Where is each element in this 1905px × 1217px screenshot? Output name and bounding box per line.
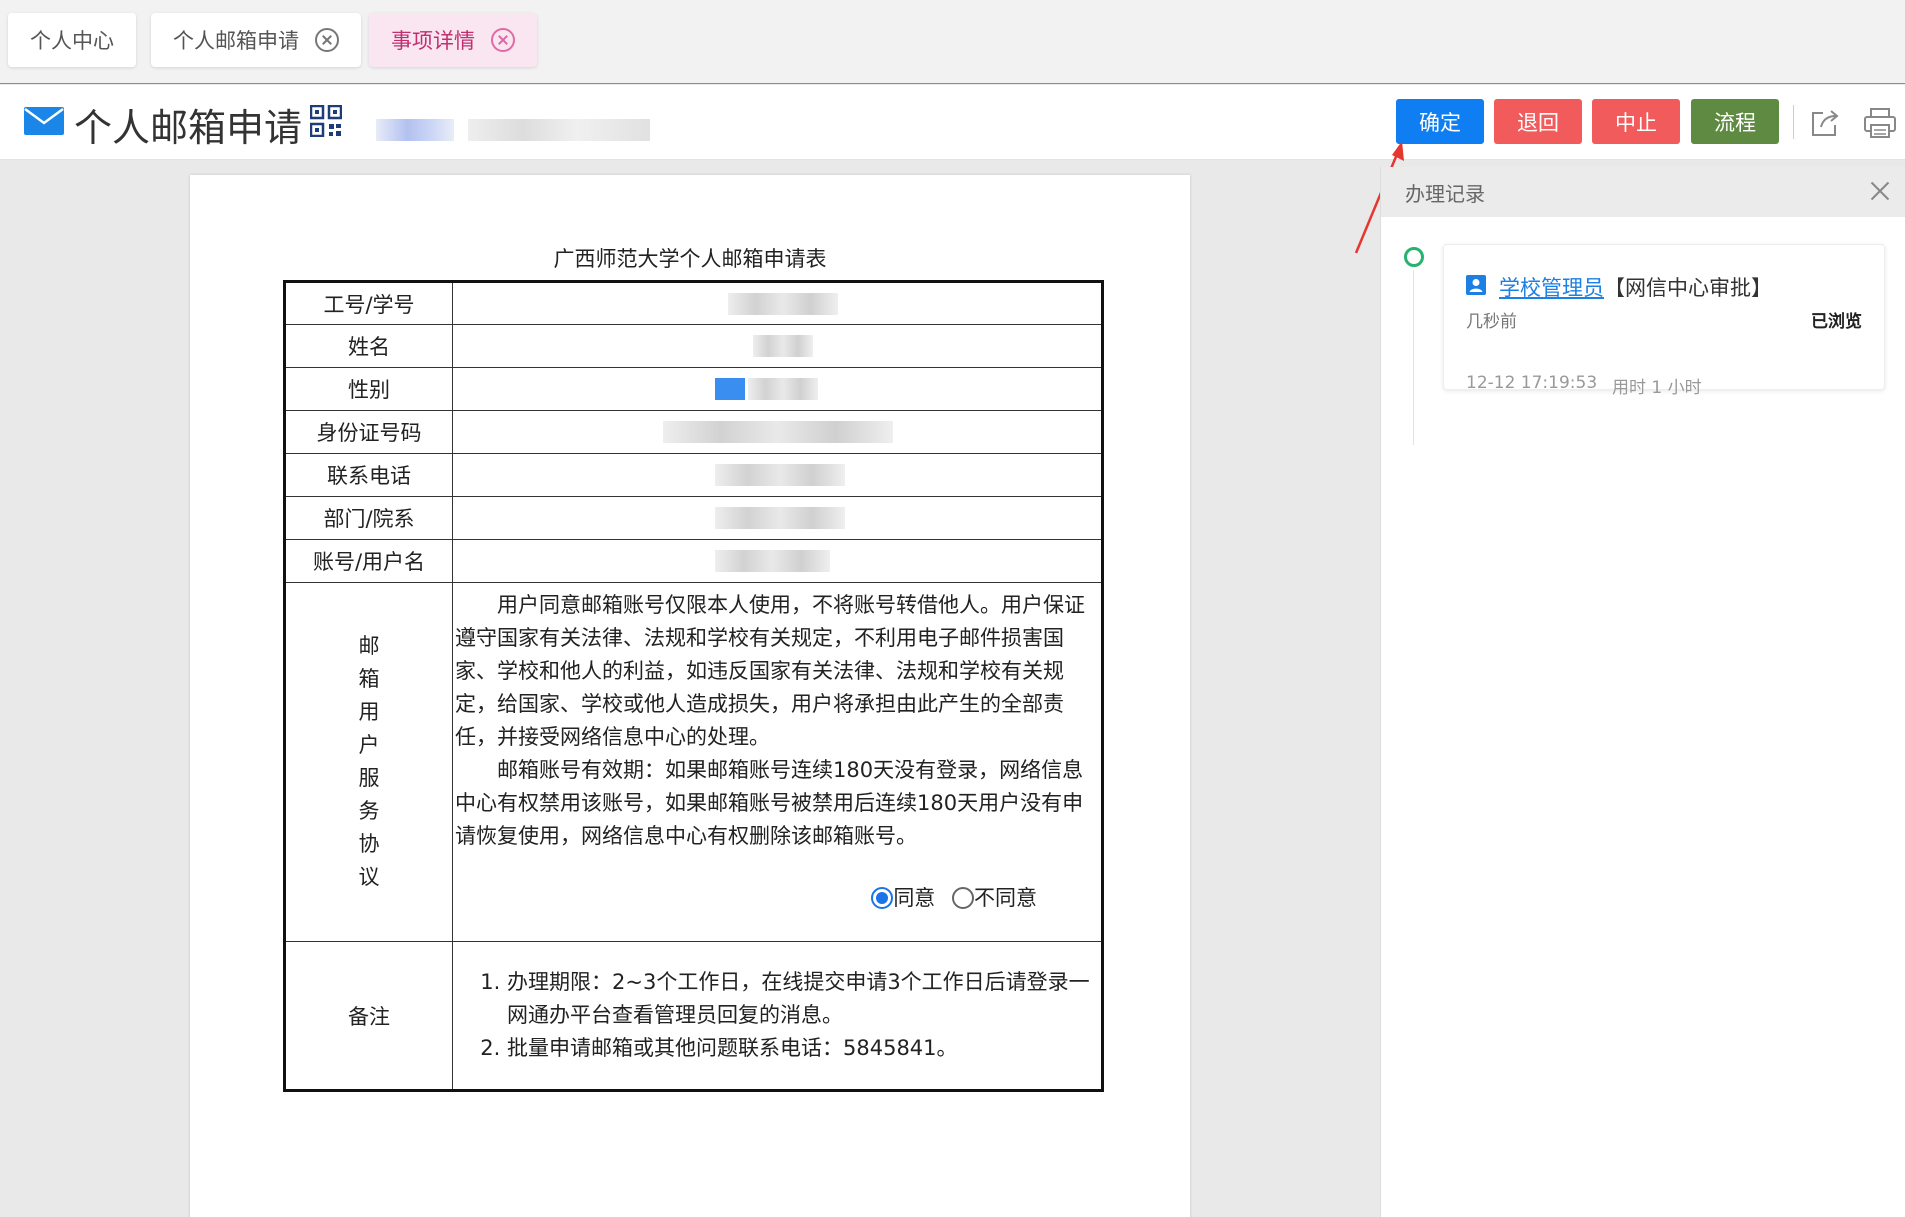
page-title: 个人邮箱申请 bbox=[74, 106, 303, 150]
close-circle-icon[interactable] bbox=[491, 28, 515, 52]
tab-personal-email-apply[interactable]: 个人邮箱申请 bbox=[151, 13, 361, 67]
panel-header: 办理记录 bbox=[1381, 167, 1905, 217]
redacted-value bbox=[452, 281, 1103, 325]
application-form-table: 工号/学号 姓名 性别 身份证号码 联系电话 部门/院系 账号/用户名 邮 箱 … bbox=[283, 280, 1104, 1092]
tab-bar: 个人中心 个人邮箱申请 事项详情 bbox=[0, 0, 1905, 84]
record-card: 学校管理员 【网信中心审批】 几秒前 已浏览 12-12 17:19:53 用时… bbox=[1443, 244, 1885, 398]
divider bbox=[1793, 105, 1794, 139]
row-label: 账号/用户名 bbox=[284, 539, 453, 583]
redacted-value bbox=[452, 324, 1103, 368]
table-row: 性别 bbox=[284, 367, 1103, 411]
agreement-text: 用户同意邮箱账号仅限本人使用，不将账号转借他人。用户保证遵守国家有关法律、法规和… bbox=[452, 582, 1103, 942]
tab-label: 个人邮箱申请 bbox=[173, 29, 299, 53]
tab-personal-center[interactable]: 个人中心 bbox=[8, 13, 136, 67]
note-item: 办理期限：2~3个工作日，在线提交申请3个工作日后请登录一网通办平台查看管理员回… bbox=[507, 966, 1093, 1032]
table-row: 部门/院系 bbox=[284, 496, 1103, 540]
page-header: 个人邮箱申请 确定 退回 中止 流程 bbox=[0, 85, 1905, 160]
table-row: 身份证号码 bbox=[284, 410, 1103, 454]
application-document: 广西师范大学个人邮箱申请表 工号/学号 姓名 性别 身份证号码 联系电话 部门/… bbox=[190, 175, 1190, 1217]
row-label: 工号/学号 bbox=[284, 281, 453, 325]
redacted-value bbox=[452, 367, 1103, 411]
agreement-radio-group: 同意 不同意 bbox=[455, 883, 1099, 913]
tab-item-details[interactable]: 事项详情 bbox=[369, 13, 537, 67]
agreement-paragraph: 邮箱账号有效期：如果邮箱账号连续180天没有登录，网络信息中心有权禁用该账号，如… bbox=[455, 758, 1084, 848]
close-icon[interactable] bbox=[1867, 179, 1891, 203]
disagree-label[interactable]: 不同意 bbox=[974, 886, 1037, 910]
stop-button[interactable]: 中止 bbox=[1592, 99, 1680, 144]
redacted-value bbox=[452, 496, 1103, 540]
timeline-line bbox=[1413, 270, 1414, 445]
redacted-value bbox=[452, 453, 1103, 497]
row-label: 联系电话 bbox=[284, 453, 453, 497]
table-row: 工号/学号 bbox=[284, 281, 1103, 325]
record-user-link[interactable]: 学校管理员 bbox=[1499, 272, 1604, 302]
agree-radio[interactable] bbox=[871, 887, 894, 909]
agreement-label: 邮 箱 用 户 服 务 协 议 bbox=[284, 582, 453, 942]
tab-label: 事项详情 bbox=[391, 29, 475, 53]
notes-content: 办理期限：2~3个工作日，在线提交申请3个工作日后请登录一网通办平台查看管理员回… bbox=[452, 941, 1103, 1091]
record-duration: 用时 1 小时 bbox=[1612, 378, 1702, 398]
processing-record-panel: 办理记录 学校管理员 【网信中心审批】 几秒前 已浏览 12-12 17:19:… bbox=[1380, 167, 1905, 1217]
share-icon[interactable] bbox=[1809, 107, 1841, 139]
return-button[interactable]: 退回 bbox=[1494, 99, 1582, 144]
disagree-radio[interactable] bbox=[952, 887, 974, 909]
notes-label: 备注 bbox=[284, 941, 453, 1091]
user-icon bbox=[1466, 275, 1486, 295]
timeline-dot bbox=[1404, 247, 1424, 267]
mail-icon bbox=[24, 107, 64, 135]
row-label: 性别 bbox=[284, 367, 453, 411]
row-label: 姓名 bbox=[284, 324, 453, 368]
redacted-value bbox=[452, 539, 1103, 583]
form-title: 广西师范大学个人邮箱申请表 bbox=[553, 247, 827, 271]
flow-button[interactable]: 流程 bbox=[1691, 99, 1779, 144]
record-timestamp: 12-12 17:19:53 bbox=[1466, 373, 1598, 393]
agreement-paragraph: 用户同意邮箱账号仅限本人使用，不将账号转借他人。用户保证遵守国家有关法律、法规和… bbox=[455, 593, 1085, 749]
record-status: 已浏览 bbox=[1811, 312, 1862, 332]
row-label: 身份证号码 bbox=[284, 410, 453, 454]
redacted-value bbox=[452, 410, 1103, 454]
redacted-info bbox=[468, 119, 650, 141]
row-label: 部门/院系 bbox=[284, 496, 453, 540]
close-circle-icon[interactable] bbox=[315, 28, 339, 52]
table-row-notes: 备注 办理期限：2~3个工作日，在线提交申请3个工作日后请登录一网通办平台查看管… bbox=[284, 941, 1103, 1091]
note-item: 批量申请邮箱或其他问题联系电话：5845841。 bbox=[507, 1032, 1093, 1065]
qr-code-icon[interactable] bbox=[310, 105, 342, 137]
record-relative-time: 几秒前 bbox=[1466, 312, 1517, 332]
table-row: 姓名 bbox=[284, 324, 1103, 368]
table-row: 账号/用户名 bbox=[284, 539, 1103, 583]
agree-label[interactable]: 同意 bbox=[893, 886, 935, 910]
record-step: 【网信中心审批】 bbox=[1604, 276, 1772, 300]
tab-label: 个人中心 bbox=[30, 29, 114, 53]
redacted-info bbox=[376, 119, 454, 141]
printer-icon[interactable] bbox=[1863, 107, 1897, 139]
panel-title: 办理记录 bbox=[1405, 181, 1485, 206]
table-row-agreement: 邮 箱 用 户 服 务 协 议 用户同意邮箱账号仅限本人使用，不将账号转借他人。… bbox=[284, 582, 1103, 942]
table-row: 联系电话 bbox=[284, 453, 1103, 497]
